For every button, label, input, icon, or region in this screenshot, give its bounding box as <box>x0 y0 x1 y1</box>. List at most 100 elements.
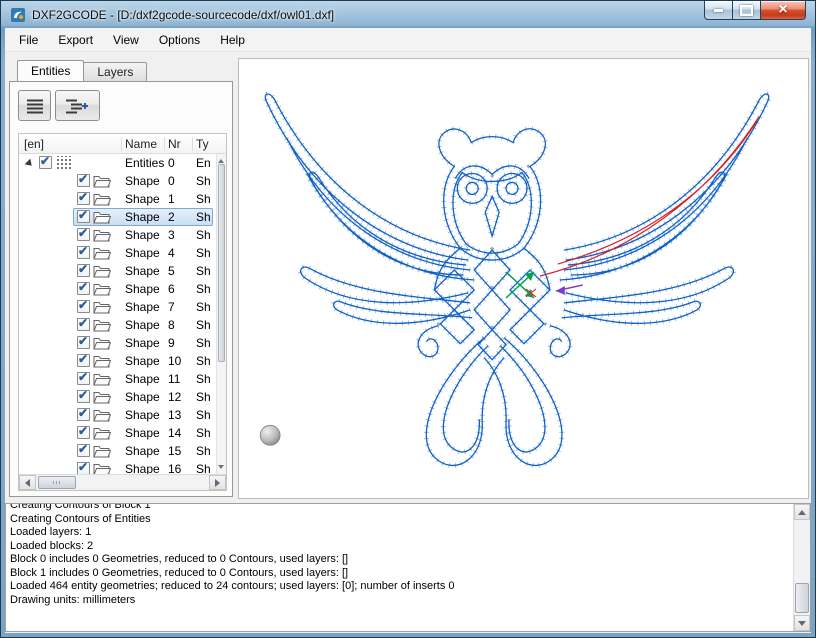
scrollbar-thumb[interactable] <box>795 583 809 613</box>
row-type: Sh <box>196 336 211 350</box>
menu-options[interactable]: Options <box>149 29 210 51</box>
menu-export[interactable]: Export <box>48 29 103 51</box>
checkbox[interactable]: ✔ <box>77 390 90 403</box>
tree-row-shape[interactable]: ✔ Shape 11 Sh <box>19 370 216 388</box>
tree-row-entities[interactable]: ✔ Entities 0 En <box>19 154 216 172</box>
tree-row-shape[interactable]: ✔ Shape 10 Sh <box>19 352 216 370</box>
checkbox[interactable]: ✔ <box>77 336 90 349</box>
checkbox[interactable]: ✔ <box>77 444 90 457</box>
header-name[interactable]: Name <box>125 137 157 151</box>
tree-vertical-scrollbar[interactable] <box>216 154 226 474</box>
tree-row-shape[interactable]: ✔ Shape 14 Sh <box>19 424 216 442</box>
folder-icon <box>93 318 111 332</box>
checkbox[interactable]: ✔ <box>77 228 90 241</box>
expander-icon[interactable] <box>25 159 38 172</box>
checkbox[interactable]: ✔ <box>77 174 90 187</box>
scroll-down-button[interactable] <box>794 615 810 631</box>
row-name: Shape <box>125 354 160 368</box>
checkbox[interactable]: ✔ <box>77 192 90 205</box>
list-icon <box>26 98 44 114</box>
tree-row-shape[interactable]: ✔ Shape 16 Sh <box>19 460 216 474</box>
menu-help[interactable]: Help <box>210 29 255 51</box>
app-window: DXF2GCODE - [D:/dxf2gcode-sourcecode/dxf… <box>0 0 816 638</box>
tree-row-shape[interactable]: ✔ Shape 7 Sh <box>19 298 216 316</box>
header-enable[interactable]: [en] <box>24 137 44 151</box>
tree-row-shape[interactable]: ✔ Shape 3 Sh <box>19 226 216 244</box>
tree-row-shape[interactable]: ✔ Shape 9 Sh <box>19 334 216 352</box>
row-nr: 12 <box>168 390 181 404</box>
tree-row-shape[interactable]: ✔ Shape 6 Sh <box>19 280 216 298</box>
log-scrollbar[interactable] <box>793 504 810 631</box>
scroll-right-button[interactable] <box>209 475 226 490</box>
checkbox[interactable]: ✔ <box>77 300 90 313</box>
row-name: Shape <box>125 444 160 458</box>
message-log[interactable]: Creating Contours of Block 1 Creating Co… <box>5 503 811 632</box>
header-type[interactable]: Ty <box>196 137 209 151</box>
tree-header[interactable]: [en] Name Nr Ty <box>19 134 226 154</box>
row-nr: 4 <box>168 246 175 260</box>
checkbox[interactable]: ✔ <box>77 246 90 259</box>
tree-row-shape[interactable]: ✔ Shape 1 Sh <box>19 190 216 208</box>
checkbox[interactable]: ✔ <box>77 318 90 331</box>
tree-row-shape[interactable]: ✔ Shape 8 Sh <box>19 316 216 334</box>
checkbox[interactable]: ✔ <box>77 408 90 421</box>
checkbox[interactable]: ✔ <box>77 354 90 367</box>
row-name: Shape <box>125 210 160 224</box>
tab-layers[interactable]: Layers <box>83 62 147 81</box>
scrollbar-thumb[interactable] <box>218 164 225 362</box>
menu-file[interactable]: File <box>9 29 48 51</box>
checkbox[interactable]: ✔ <box>77 282 90 295</box>
menu-bar: File Export View Options Help <box>5 28 811 52</box>
tree-row-shape[interactable]: ✔ Shape 12 Sh <box>19 388 216 406</box>
row-type: Sh <box>196 174 211 188</box>
client-area: Entities Layers [en] Name Nr <box>5 52 811 633</box>
tree-row-shape[interactable]: ✔ Shape 0 Sh <box>19 172 216 190</box>
header-nr[interactable]: Nr <box>168 137 181 151</box>
row-type: Sh <box>196 228 211 242</box>
menu-view[interactable]: View <box>103 29 149 51</box>
tree-row-shape[interactable]: ✔ Shape 5 Sh <box>19 262 216 280</box>
drawing-canvas[interactable] <box>238 58 809 499</box>
row-nr: 3 <box>168 228 175 242</box>
row-type: Sh <box>196 300 211 314</box>
tree-indent-icon <box>65 98 91 114</box>
tree-row-shape[interactable]: ✔ Shape 4 Sh <box>19 244 216 262</box>
checkbox[interactable]: ✔ <box>77 210 90 223</box>
tree-row-shape[interactable]: ✔ Shape 15 Sh <box>19 442 216 460</box>
folder-icon <box>93 246 111 260</box>
scroll-up-button[interactable] <box>794 504 810 520</box>
collapse-tree-button[interactable] <box>18 90 51 121</box>
checkbox[interactable]: ✔ <box>77 264 90 277</box>
checkbox[interactable]: ✔ <box>39 156 52 169</box>
folder-icon <box>93 462 111 474</box>
tree-horizontal-scrollbar[interactable] <box>19 474 226 490</box>
row-name: Shape <box>125 336 160 350</box>
row-nr: 5 <box>168 264 175 278</box>
checkbox[interactable]: ✔ <box>77 426 90 439</box>
scrollbar-thumb[interactable] <box>38 476 76 489</box>
minimize-button[interactable] <box>704 1 733 20</box>
row-name: Shape <box>125 228 160 242</box>
expand-tree-button[interactable] <box>55 90 100 121</box>
checkbox[interactable]: ✔ <box>77 462 90 474</box>
tab-entities[interactable]: Entities <box>17 60 84 81</box>
row-nr: 13 <box>168 408 181 422</box>
row-nr: 15 <box>168 444 181 458</box>
entities-panel: [en] Name Nr Ty ✔ Entities 0 En <box>9 81 233 497</box>
tree-row-shape[interactable]: ✔ Shape 2 Sh <box>19 208 216 226</box>
scroll-down-icon[interactable] <box>218 465 224 472</box>
row-name: Shape <box>125 246 160 260</box>
titlebar[interactable]: DXF2GCODE - [D:/dxf2gcode-sourcecode/dxf… <box>1 1 815 28</box>
scroll-left-button[interactable] <box>19 475 36 490</box>
app-icon <box>10 7 26 23</box>
nav-sphere-icon <box>260 425 280 445</box>
entities-tree[interactable]: [en] Name Nr Ty ✔ Entities 0 En <box>18 133 227 491</box>
row-name: Shape <box>125 300 160 314</box>
window-controls <box>705 1 806 20</box>
log-line: Drawing units: millimeters <box>10 594 810 608</box>
maximize-button[interactable] <box>732 1 761 20</box>
scroll-up-icon[interactable] <box>218 156 224 163</box>
tree-row-shape[interactable]: ✔ Shape 13 Sh <box>19 406 216 424</box>
checkbox[interactable]: ✔ <box>77 372 90 385</box>
close-button[interactable] <box>760 1 806 20</box>
